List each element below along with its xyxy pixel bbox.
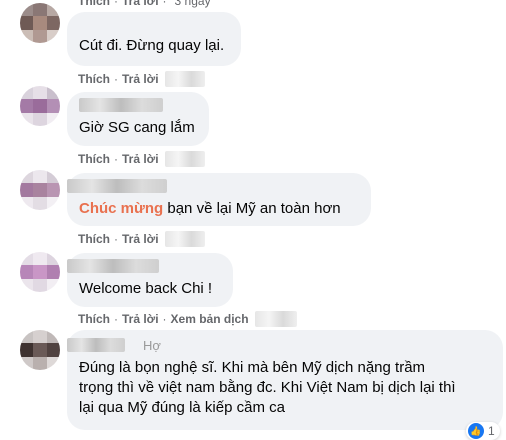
commenter-name-blurred[interactable] bbox=[79, 98, 163, 112]
separator: · bbox=[114, 152, 118, 166]
commenter-name-blurred[interactable] bbox=[67, 179, 167, 193]
comment-timestamp[interactable] bbox=[164, 151, 205, 167]
reply-link[interactable]: Trả lời bbox=[122, 152, 159, 166]
comment-actions: Thích · Trả lời bbox=[78, 151, 205, 167]
comment-actions: Thích · Trả lời bbox=[78, 231, 205, 247]
like-link[interactable]: Thích bbox=[78, 72, 110, 86]
avatar[interactable] bbox=[20, 170, 60, 210]
comment-bubble: Chúc mừng bạn về lại Mỹ an toàn hơn bbox=[67, 173, 371, 226]
comment-bubble: Giờ SG cang lắm bbox=[67, 92, 209, 146]
reaction-badge[interactable]: 👍 1 bbox=[466, 422, 500, 440]
separator: · bbox=[162, 312, 167, 326]
comment-bubble: Hợ Đúng là bọn nghệ sĩ. Khi mà bên Mỹ dị… bbox=[67, 330, 503, 430]
separator: · bbox=[114, 0, 118, 8]
comment-timestamp[interactable]: 3 ngày bbox=[175, 0, 211, 8]
comment-text-line: Đúng là bọn nghệ sĩ. Khi mà bên Mỹ dịch … bbox=[79, 359, 426, 376]
mention-link[interactable]: Hợ bbox=[143, 336, 161, 356]
reply-link[interactable]: Trả lời bbox=[122, 232, 159, 246]
translate-link[interactable]: Xem bản dịch bbox=[171, 312, 249, 326]
mention-link[interactable]: Chúc mừng bbox=[79, 200, 163, 217]
like-link[interactable]: Thích bbox=[78, 152, 110, 166]
like-link[interactable]: Thích bbox=[78, 232, 110, 246]
commenter-name-blurred[interactable] bbox=[67, 338, 125, 352]
avatar[interactable] bbox=[20, 252, 60, 292]
comment-text-line: trọng thì về việt nam bằng đc. Khi Việt … bbox=[79, 379, 456, 396]
comment-timestamp[interactable] bbox=[164, 231, 205, 247]
comment-bubble: Welcome back Chi ! bbox=[67, 253, 233, 307]
comment-actions: Thích · Trả lời bbox=[78, 71, 205, 87]
comment-timestamp[interactable] bbox=[254, 311, 297, 327]
comment-timestamp[interactable] bbox=[164, 71, 205, 87]
like-link[interactable]: Thích bbox=[78, 312, 110, 326]
comment-text: Welcome back Chi ! bbox=[79, 280, 213, 297]
comment-text: Cút đi. Đừng quay lại. bbox=[79, 37, 225, 54]
reply-link[interactable]: Trả lời bbox=[122, 0, 159, 8]
avatar[interactable] bbox=[20, 330, 60, 370]
commenter-name-blurred[interactable] bbox=[67, 259, 159, 273]
reply-link[interactable]: Trả lời bbox=[122, 72, 159, 86]
like-link[interactable]: Thích bbox=[78, 0, 110, 8]
comment-bubble: Cút đi. Đừng quay lại. bbox=[67, 12, 241, 66]
avatar[interactable] bbox=[20, 3, 60, 43]
comment-text: bạn về lại Mỹ an toàn hơn bbox=[163, 200, 341, 217]
comment-actions: Thích · Trả lời · Xem bản dịch bbox=[78, 311, 297, 327]
avatar[interactable] bbox=[20, 86, 60, 126]
like-icon: 👍 bbox=[468, 423, 484, 439]
comment-actions-top: Thích · Trả lời · 3 ngày bbox=[78, 0, 211, 8]
comment-text-line: lại qua Mỹ đúng là kiếp cầm ca bbox=[79, 399, 285, 416]
reply-link[interactable]: Trả lời bbox=[122, 312, 159, 326]
separator: · bbox=[162, 0, 167, 8]
separator: · bbox=[114, 232, 118, 246]
separator: · bbox=[114, 312, 118, 326]
separator: · bbox=[114, 72, 118, 86]
comment-text: Giờ SG cang lắm bbox=[79, 119, 195, 136]
